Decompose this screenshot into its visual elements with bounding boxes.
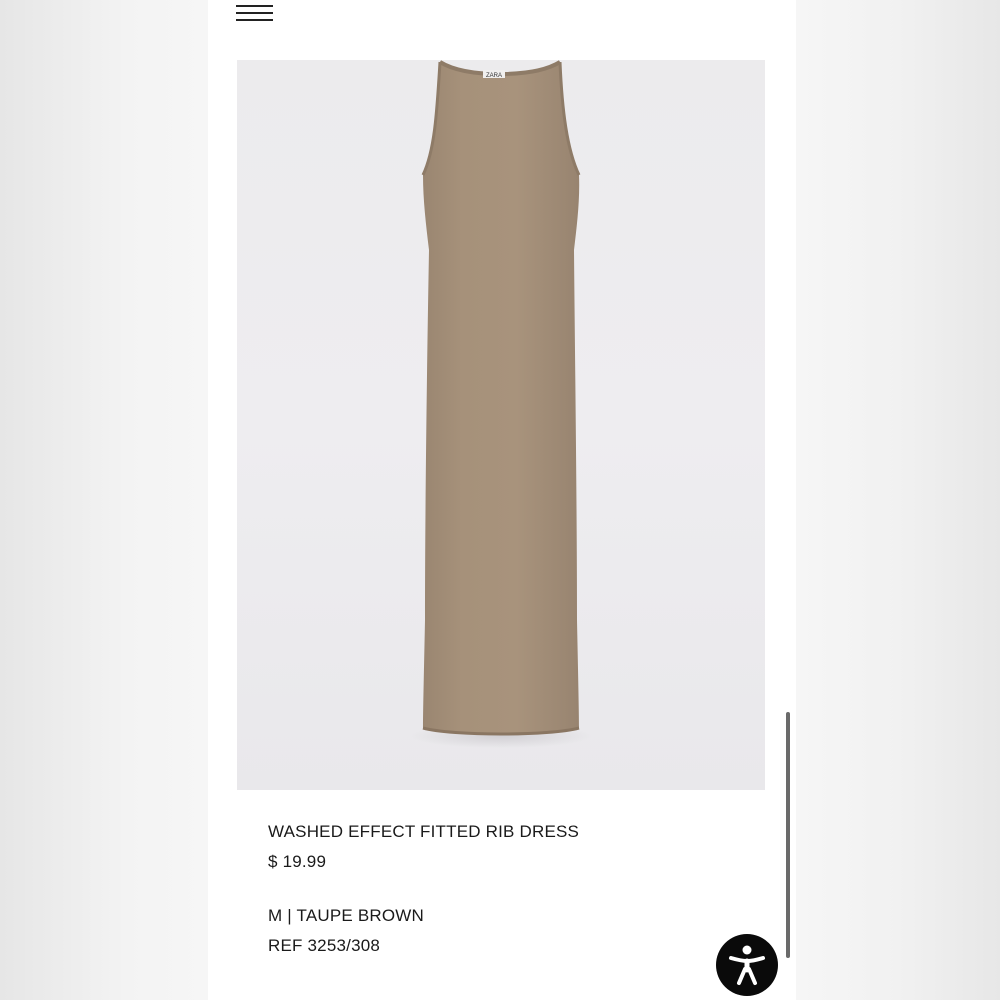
product-variant: M | TAUPE BROWN [268,906,425,925]
scrollbar[interactable] [786,712,790,958]
hamburger-menu-icon-bar [236,19,273,21]
product-page: ZARA WASHED EFFECT FITTED RIB DRESS $ 19… [208,0,796,1000]
product-image[interactable]: ZARA [237,60,765,790]
accessibility-button[interactable] [716,934,778,996]
accessibility-person-icon [729,945,765,985]
dress-illustration: ZARA [411,60,591,748]
background-right [796,0,1000,1000]
hamburger-menu-icon-bar [236,12,273,14]
hamburger-menu-icon [236,5,273,7]
menu-button[interactable] [236,0,276,24]
product-name[interactable]: WASHED EFFECT FITTED RIB DRESS [268,820,728,850]
product-info: WASHED EFFECT FITTED RIB DRESS $ 19.99 M… [268,820,728,964]
background-left [0,0,208,1000]
brand-label-text: ZARA [486,73,502,79]
product-price: $ 19.99 [268,852,327,871]
product-reference: REF 3253/308 [268,936,381,955]
dress-body [423,62,580,734]
